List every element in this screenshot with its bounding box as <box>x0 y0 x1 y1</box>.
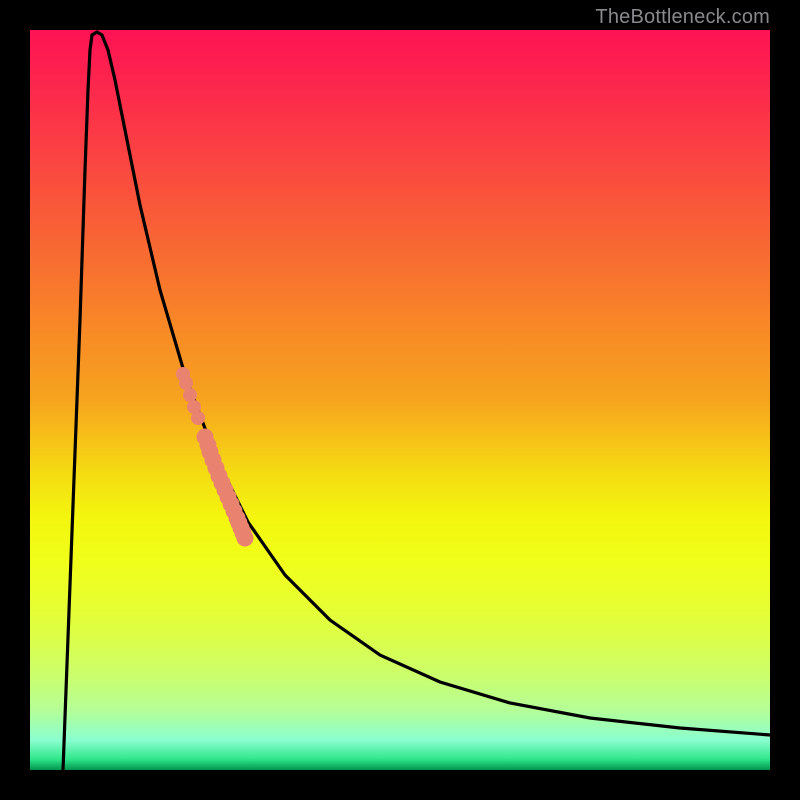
highlight-marker <box>237 530 254 547</box>
chart-svg <box>30 30 770 770</box>
highlight-marker <box>183 388 197 402</box>
chart-container: TheBottleneck.com <box>0 0 800 800</box>
highlight-marker <box>191 411 205 425</box>
watermark-text: TheBottleneck.com <box>595 6 770 29</box>
highlight-marker <box>179 376 193 390</box>
highlight-markers <box>176 367 254 547</box>
bottleneck-curve <box>63 32 770 770</box>
